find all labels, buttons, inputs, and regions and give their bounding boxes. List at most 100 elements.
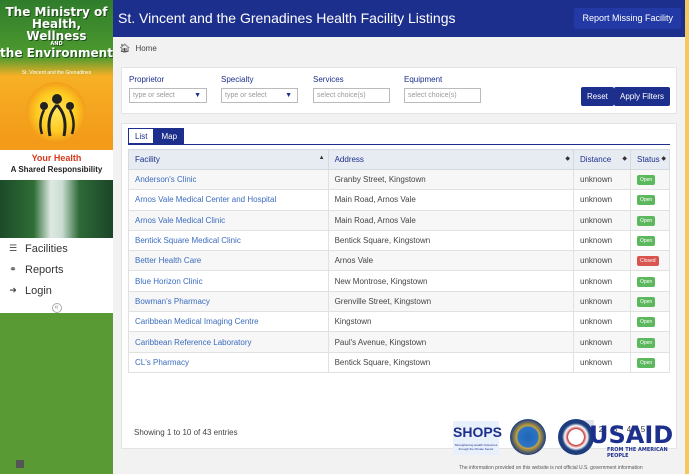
chevron-double-left-icon: « xyxy=(51,303,62,313)
sidebar-item-reports[interactable]: ⚭ Reports xyxy=(0,259,113,280)
footer-logos: SHOPS Strengthening Health Outcomes thro… xyxy=(453,419,683,459)
facility-link[interactable]: CL's Pharmacy xyxy=(128,351,329,373)
facility-link[interactable]: Better Health Care xyxy=(128,250,329,272)
sort-asc-icon: ▲ xyxy=(318,155,325,161)
sidebar-item-facilities[interactable]: ☰ Facilities xyxy=(0,238,113,259)
column-header-address[interactable]: Address ◆ xyxy=(327,149,575,170)
equipment-label: Equipment xyxy=(404,75,443,84)
address-cell: Paul's Avenue, Kingstown xyxy=(327,331,575,353)
family-figures-icon xyxy=(39,94,75,137)
status-badge: Open xyxy=(636,195,656,206)
equipment-filter: Equipment select choice(s) xyxy=(404,75,481,103)
view-tabs: List Map xyxy=(128,128,185,144)
table-row[interactable]: Arnos Vale Medical Center and Hospital Ma… xyxy=(128,189,671,211)
table-row[interactable]: Arnos Vale Medical Clinic Main Road, Arno… xyxy=(128,209,671,231)
specialty-label: Specialty xyxy=(221,75,254,84)
facility-link[interactable]: Bentick Square Medical Clinic xyxy=(128,229,329,252)
facility-link[interactable]: Arnos Vale Medical Center and Hospital xyxy=(128,189,329,211)
specialty-filter: Specialty type or select ▼ xyxy=(221,75,298,103)
distance-cell: unknown xyxy=(573,250,631,272)
sort-icon: ◆ xyxy=(565,156,571,162)
column-label: Status xyxy=(636,155,660,164)
tab-map[interactable]: Map xyxy=(154,128,185,144)
square-icon xyxy=(16,460,24,468)
column-label: Facility xyxy=(135,155,160,164)
facility-link[interactable]: Bowman's Pharmacy xyxy=(128,290,329,313)
distance-cell: unknown xyxy=(573,331,631,353)
address-cell: New Montrose, Kingstown xyxy=(327,270,575,292)
shops-tagline: Strengthening Health Outcomes through th… xyxy=(454,443,498,451)
column-header-distance[interactable]: Distance ◆ xyxy=(573,149,631,170)
distance-cell: unknown xyxy=(573,311,631,333)
table-row[interactable]: Better Health Care Arnos Vale unknown Close… xyxy=(128,250,671,272)
filter-panel: Proprietor type or select ▼ Specialty ty… xyxy=(121,67,677,114)
table-row[interactable]: Caribbean Medical Imaging Centre Kingstow… xyxy=(128,311,671,333)
table-row[interactable]: Anderson's Clinic Granby Street, Kingstow… xyxy=(128,168,671,191)
facility-link[interactable]: Blue Horizon Clinic xyxy=(128,270,329,292)
tagline-line-1: Your Health xyxy=(31,153,82,163)
logo-title: The Ministry of Health, Wellness AND the… xyxy=(0,6,113,59)
column-header-facility[interactable]: Facility ▲ xyxy=(128,149,329,170)
apply-filters-button[interactable]: Apply Filters xyxy=(614,87,671,106)
shops-logo: SHOPS Strengthening Health Outcomes thro… xyxy=(453,421,503,455)
app-title: St. Vincent and the Grenadines Health Fa… xyxy=(118,10,456,26)
tab-list[interactable]: List xyxy=(128,128,155,144)
services-label: Services xyxy=(313,75,344,84)
sort-icon: ◆ xyxy=(622,156,627,162)
column-header-status[interactable]: Status ◆ xyxy=(629,149,671,170)
logo-line-3: the Environment xyxy=(0,46,113,60)
status-cell: Open xyxy=(629,270,671,292)
table-row[interactable]: Caribbean Reference Laboratory Paul's Ave… xyxy=(128,331,671,353)
address-cell: Main Road, Arnos Vale xyxy=(327,189,575,211)
equipment-placeholder: select choice(s) xyxy=(408,92,457,99)
caret-down-icon: ▼ xyxy=(194,92,201,99)
status-cell: Open xyxy=(629,331,671,353)
government-seal-icon xyxy=(510,419,546,455)
ministry-logo: The Ministry of Health, Wellness AND the… xyxy=(0,0,113,238)
distance-cell: unknown xyxy=(573,270,631,292)
sidebar-nav: ☰ Facilities ⚭ Reports ➜ Login « xyxy=(0,238,113,315)
table-row[interactable]: CL's Pharmacy Bentick Square, Kingstown un… xyxy=(128,351,671,373)
address-cell: Bentick Square, Kingstown xyxy=(327,229,575,252)
table-row[interactable]: Bentick Square Medical Clinic Bentick Squ… xyxy=(128,229,671,252)
breadcrumb: 🏠︎ Home xyxy=(113,37,685,59)
specialty-placeholder: type or select xyxy=(225,92,267,99)
proprietor-select[interactable]: type or select ▼ xyxy=(129,88,207,103)
tagline: Your Health A Shared Responsibility xyxy=(0,150,113,180)
usaid-text: USAID xyxy=(589,421,674,449)
caret-down-icon: ▼ xyxy=(285,92,292,99)
table-row[interactable]: Blue Horizon Clinic New Montrose, Kingsto… xyxy=(128,270,671,292)
shops-logo-text: SHOPS xyxy=(453,424,503,440)
services-select[interactable]: select choice(s) xyxy=(313,88,390,103)
binoculars-icon: ⚭ xyxy=(9,264,17,274)
logo-line-2: Health, Wellness xyxy=(26,17,87,43)
facility-link[interactable]: Caribbean Medical Imaging Centre xyxy=(128,311,329,333)
report-missing-facility-button[interactable]: Report Missing Facility xyxy=(574,8,681,29)
breadcrumb-home[interactable]: Home xyxy=(135,44,156,53)
sort-icon: ◆ xyxy=(661,156,666,162)
facility-link[interactable]: Anderson's Clinic xyxy=(128,168,329,191)
sidebar-item-login[interactable]: ➜ Login xyxy=(0,280,113,301)
status-cell: Closed xyxy=(629,250,671,272)
status-cell: Open xyxy=(629,209,671,231)
facility-link[interactable]: Caribbean Reference Laboratory xyxy=(128,331,329,353)
distance-cell: unknown xyxy=(573,189,631,211)
proprietor-placeholder: type or select xyxy=(133,92,175,99)
status-badge: Open xyxy=(636,357,656,368)
status-badge: Open xyxy=(636,317,656,328)
reset-button[interactable]: Reset xyxy=(581,87,614,106)
table-row[interactable]: Bowman's Pharmacy Grenville Street, Kings… xyxy=(128,290,671,313)
status-cell: Open xyxy=(629,351,671,373)
logo-subtitle: St. Vincent and the Grenadines xyxy=(21,70,92,76)
list-icon: ☰ xyxy=(8,243,18,253)
top-bar: St. Vincent and the Grenadines Health Fa… xyxy=(113,0,689,37)
status-cell: Open xyxy=(629,290,671,313)
home-icon[interactable]: 🏠︎ xyxy=(119,43,130,54)
equipment-select[interactable]: select choice(s) xyxy=(404,88,481,103)
sidebar-item-label: Reports xyxy=(25,263,64,276)
specialty-select[interactable]: type or select ▼ xyxy=(221,88,298,103)
facility-link[interactable]: Arnos Vale Medical Clinic xyxy=(128,209,329,231)
sidebar-item-label: Facilities xyxy=(25,242,68,255)
address-cell: Main Road, Arnos Vale xyxy=(327,209,575,231)
status-badge: Open xyxy=(636,215,656,226)
